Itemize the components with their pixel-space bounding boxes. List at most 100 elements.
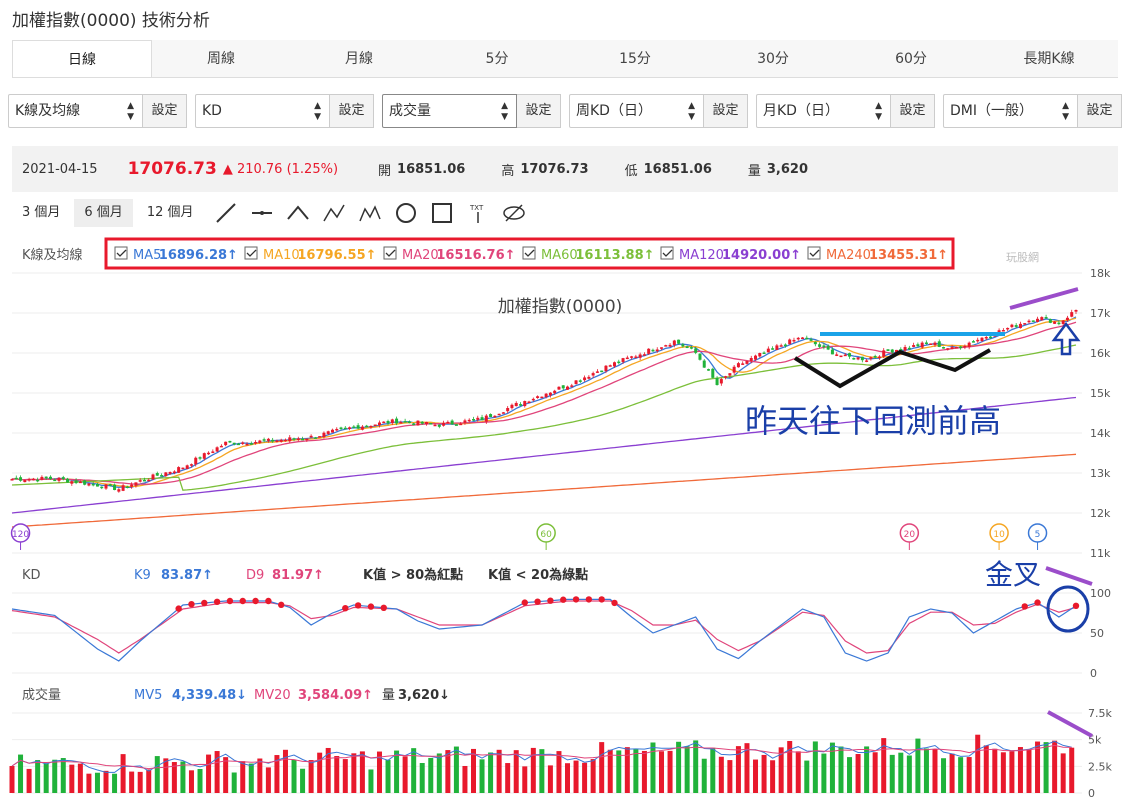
ma-checkbox	[660, 246, 674, 260]
volume-bar	[1017, 747, 1023, 793]
volume-bar	[659, 751, 665, 793]
candle-body	[313, 437, 317, 439]
candle-body	[570, 385, 574, 387]
candle-body	[647, 348, 651, 354]
tab-30min[interactable]: 30分	[704, 40, 842, 77]
tab-60min[interactable]: 60分	[842, 40, 980, 77]
settings-button-4[interactable]: 設定	[704, 94, 748, 128]
quote-price: 17076.73	[127, 159, 217, 179]
ma-checkbox	[522, 246, 536, 260]
kd-red-dot	[188, 601, 195, 608]
w-pattern-line	[793, 348, 991, 389]
candle-body	[61, 477, 65, 480]
volume-bar	[112, 773, 118, 793]
candle-body	[1044, 317, 1048, 319]
kd-red-dot	[226, 597, 234, 605]
range-3m-button[interactable]: 3 個月	[12, 199, 70, 227]
volume-bar	[240, 761, 246, 793]
abcd-pattern-icon[interactable]	[352, 199, 388, 227]
tab-daily[interactable]: 日線	[12, 40, 152, 77]
indicator-select-5[interactable]: 月KD（日） ▲ ▼	[756, 94, 891, 128]
candle-body	[497, 413, 501, 416]
candle-body	[561, 385, 565, 389]
candle-body	[53, 479, 57, 482]
volume-grid: 7.5k5k2.5k0	[12, 707, 1112, 800]
candle-body	[1031, 320, 1035, 322]
candle-body	[1010, 324, 1014, 328]
check-icon	[809, 249, 820, 257]
candle-body	[1014, 325, 1018, 327]
volume-bar	[129, 771, 135, 793]
indicator-select-2[interactable]: KD ▲ ▼	[195, 94, 330, 128]
kd-red-dot	[1072, 602, 1080, 609]
candle-body	[933, 342, 937, 346]
abc-pattern-icon[interactable]	[316, 199, 352, 227]
range-12m-button[interactable]: 12 個月	[137, 199, 204, 227]
candle-body	[527, 401, 531, 404]
settings-button-6[interactable]: 設定	[1078, 94, 1122, 128]
candle-body	[412, 423, 416, 426]
candle-body	[78, 481, 82, 484]
tab-15min[interactable]: 15分	[566, 40, 704, 77]
candle-body	[523, 401, 527, 407]
horizontal-line-icon[interactable]	[244, 199, 280, 227]
check-icon	[385, 249, 396, 257]
ma-marker-label: 60	[540, 530, 552, 540]
candle-body	[356, 425, 360, 429]
candle-body	[1061, 320, 1065, 325]
volume-bar	[975, 734, 981, 793]
volume-bar	[265, 767, 271, 793]
hide-icon[interactable]	[496, 199, 532, 227]
angle-icon[interactable]	[280, 199, 316, 227]
candle-body	[719, 379, 723, 384]
tab-weekly[interactable]: 周線	[152, 40, 290, 77]
retest-annotation: 昨天往下回測前高	[745, 402, 1001, 440]
volume-bar	[838, 746, 844, 793]
indicator-select-6[interactable]: DMI（一般） ▲ ▼	[943, 94, 1078, 128]
tab-long-term[interactable]: 長期K線	[980, 40, 1118, 77]
settings-button-2[interactable]: 設定	[330, 94, 374, 128]
candle-body	[19, 477, 23, 481]
circle-icon[interactable]	[388, 199, 424, 227]
indicator-select-1[interactable]: K線及均線 ▲ ▼	[8, 94, 143, 128]
volume-bar	[103, 770, 109, 793]
candle-body	[514, 402, 518, 407]
indicator-select-3[interactable]: 成交量 ▲ ▼	[382, 94, 517, 128]
volume-bar	[1035, 741, 1041, 793]
settings-button-5[interactable]: 設定	[891, 94, 935, 128]
tab-monthly[interactable]: 月線	[290, 40, 428, 77]
indicator-select-4[interactable]: 周KD（日） ▲ ▼	[569, 94, 704, 128]
volume-bar	[599, 742, 605, 793]
candle-body	[677, 339, 681, 344]
volume-bar	[992, 748, 998, 793]
text-tool-icon[interactable]: TXT	[460, 199, 496, 227]
ma-legend-name: MA120	[679, 248, 724, 263]
volume-bar	[419, 762, 425, 793]
candle-body	[407, 421, 411, 423]
ma-panel-label: K線及均線	[22, 247, 83, 263]
volume-bar	[1026, 749, 1032, 793]
candle-body	[553, 390, 557, 394]
candle-body	[548, 392, 552, 396]
rectangle-icon[interactable]	[424, 199, 460, 227]
volume-bar	[582, 762, 588, 793]
candle-body	[689, 347, 693, 349]
volume-bar	[547, 765, 553, 793]
settings-button-3[interactable]: 設定	[517, 94, 561, 128]
trendline-icon[interactable]	[208, 199, 244, 227]
candle-body	[420, 421, 424, 424]
candle-body	[694, 348, 698, 353]
settings-button-1[interactable]: 設定	[143, 94, 187, 128]
candle-body	[882, 350, 886, 357]
range-6m-button[interactable]: 6 個月	[74, 199, 133, 227]
volume-bar	[906, 755, 912, 793]
candle-body	[446, 421, 450, 424]
volume-bar	[641, 750, 647, 793]
candle-body	[147, 479, 151, 482]
k9-label: K9	[134, 568, 151, 583]
candle-body	[907, 347, 911, 350]
tab-5min[interactable]: 5分	[428, 40, 566, 77]
candle-body	[151, 474, 155, 480]
kd-red-dot	[521, 599, 528, 606]
volume-bar	[505, 763, 511, 793]
